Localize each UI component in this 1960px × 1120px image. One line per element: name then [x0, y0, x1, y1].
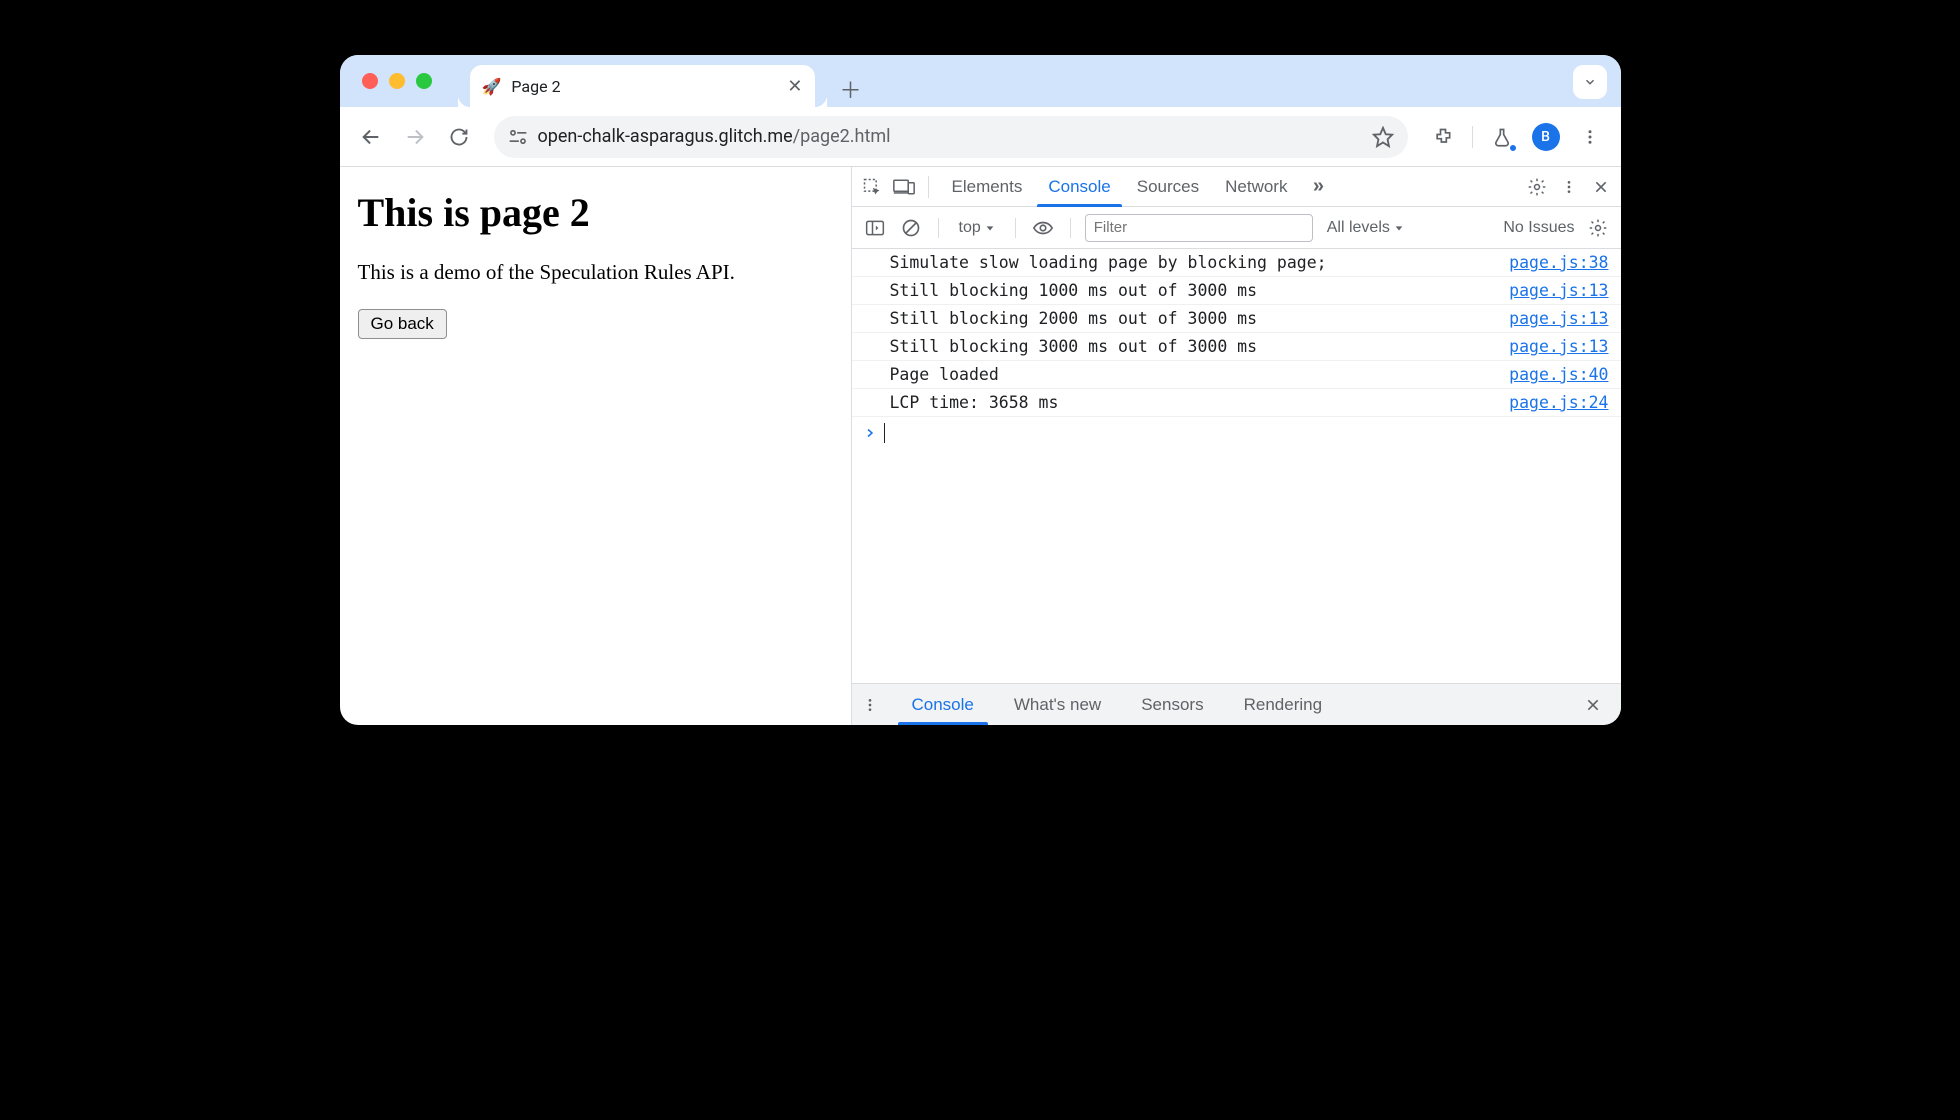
browser-tab[interactable]: 🚀 Page 2 ✕	[470, 65, 815, 107]
log-levels-selector[interactable]: All levels	[1327, 219, 1404, 237]
console-toolbar: top All levels No Issues	[852, 207, 1621, 249]
console-source-link[interactable]: page.js:24	[1509, 393, 1608, 412]
window-controls	[362, 73, 432, 89]
more-tabs-icon[interactable]: »	[1304, 175, 1332, 198]
new-tab-button[interactable]: ＋	[833, 71, 869, 107]
extensions-icon[interactable]	[1424, 118, 1462, 156]
forward-button[interactable]	[396, 118, 434, 156]
console-source-link[interactable]: page.js:38	[1509, 253, 1608, 272]
browser-toolbar: open-chalk-asparagus.glitch.me/page2.htm…	[340, 107, 1621, 167]
devtools-panel: ElementsConsoleSourcesNetwork »	[852, 167, 1621, 725]
browser-window: 🚀 Page 2 ✕ ＋ open-chalk-asparagus.glitch…	[340, 55, 1621, 725]
clear-console-icon[interactable]	[898, 218, 924, 238]
devtools-tab-elements[interactable]: Elements	[939, 167, 1036, 206]
window-minimize-button[interactable]	[389, 73, 405, 89]
console-row: Page loaded page.js:40	[852, 361, 1621, 389]
window-close-button[interactable]	[362, 73, 378, 89]
go-back-button[interactable]: Go back	[358, 309, 447, 339]
levels-label: All levels	[1327, 219, 1390, 237]
drawer-close-icon[interactable]	[1585, 697, 1611, 713]
console-message: Still blocking 3000 ms out of 3000 ms	[890, 337, 1500, 356]
console-cursor	[884, 423, 886, 443]
console-source-link[interactable]: page.js:13	[1509, 309, 1608, 328]
window-zoom-button[interactable]	[416, 73, 432, 89]
console-row: Still blocking 1000 ms out of 3000 ms pag…	[852, 277, 1621, 305]
devtools-settings-icon[interactable]	[1523, 177, 1551, 197]
back-button[interactable]	[352, 118, 390, 156]
console-message: Page loaded	[890, 365, 1500, 384]
console-message: LCP time: 3658 ms	[890, 393, 1500, 412]
drawer-tab-what-s-new[interactable]: What's new	[994, 684, 1121, 725]
rendered-page: This is page 2 This is a demo of the Spe…	[340, 167, 852, 725]
console-settings-icon[interactable]	[1585, 218, 1611, 238]
console-output: Simulate slow loading page by blocking p…	[852, 249, 1621, 683]
page-heading: This is page 2	[358, 189, 833, 236]
console-filter-input[interactable]	[1085, 214, 1313, 242]
devtools-menu-icon[interactable]	[1555, 179, 1583, 195]
chrome-menu-icon[interactable]	[1571, 118, 1609, 156]
devtools-separator	[928, 176, 929, 198]
console-message: Simulate slow loading page by blocking p…	[890, 253, 1500, 272]
tab-favicon: 🚀	[482, 77, 502, 96]
console-source-link[interactable]: page.js:13	[1509, 337, 1608, 356]
labs-icon[interactable]	[1483, 118, 1521, 156]
device-toolbar-icon[interactable]	[890, 178, 918, 196]
devtools-tab-network[interactable]: Network	[1212, 167, 1300, 206]
console-row: Simulate slow loading page by blocking p…	[852, 249, 1621, 277]
console-row: LCP time: 3658 ms page.js:24	[852, 389, 1621, 417]
toolbar-separator	[1472, 126, 1473, 148]
devtools-close-icon[interactable]	[1587, 179, 1615, 195]
address-bar[interactable]: open-chalk-asparagus.glitch.me/page2.htm…	[494, 116, 1408, 158]
inspect-element-icon[interactable]	[858, 177, 886, 197]
url-path: /page2.html	[793, 126, 891, 147]
tabs-dropdown-button[interactable]	[1573, 65, 1607, 99]
console-separator-2	[1015, 218, 1016, 238]
page-paragraph: This is a demo of the Speculation Rules …	[358, 260, 833, 285]
console-source-link[interactable]: page.js:40	[1509, 365, 1608, 384]
console-source-link[interactable]: page.js:13	[1509, 281, 1608, 300]
issues-label[interactable]: No Issues	[1503, 219, 1574, 237]
bookmark-star-icon[interactable]	[1372, 126, 1394, 148]
drawer-tab-rendering[interactable]: Rendering	[1224, 684, 1342, 725]
url-host: open-chalk-asparagus.glitch.me	[538, 126, 793, 147]
reload-button[interactable]	[440, 118, 478, 156]
devtools-tabbar: ElementsConsoleSourcesNetwork »	[852, 167, 1621, 207]
console-row: Still blocking 3000 ms out of 3000 ms pag…	[852, 333, 1621, 361]
console-separator-3	[1070, 218, 1071, 238]
tab-strip: 🚀 Page 2 ✕ ＋	[340, 55, 1621, 107]
execution-context-selector[interactable]: top	[953, 219, 1001, 237]
tab-close-icon[interactable]: ✕	[787, 76, 802, 97]
devtools-tab-sources[interactable]: Sources	[1124, 167, 1212, 206]
console-prompt[interactable]	[852, 417, 1621, 449]
console-separator-1	[938, 218, 939, 238]
live-expression-icon[interactable]	[1030, 220, 1056, 236]
drawer-tab-sensors[interactable]: Sensors	[1121, 684, 1223, 725]
console-message: Still blocking 1000 ms out of 3000 ms	[890, 281, 1500, 300]
console-message: Still blocking 2000 ms out of 3000 ms	[890, 309, 1500, 328]
toggle-sidebar-icon[interactable]	[862, 219, 888, 237]
devtools-tab-console[interactable]: Console	[1035, 167, 1123, 206]
avatar-letter: B	[1532, 123, 1560, 151]
url-text: open-chalk-asparagus.glitch.me/page2.htm…	[538, 126, 891, 147]
context-label: top	[959, 219, 981, 237]
content-area: This is page 2 This is a demo of the Spe…	[340, 167, 1621, 725]
drawer-menu-icon[interactable]	[862, 697, 888, 713]
tab-title: Page 2	[511, 77, 560, 96]
profile-avatar[interactable]: B	[1527, 118, 1565, 156]
devtools-drawer: ConsoleWhat's newSensorsRendering	[852, 683, 1621, 725]
drawer-tab-console[interactable]: Console	[892, 684, 994, 725]
site-info-icon[interactable]	[508, 128, 528, 146]
console-row: Still blocking 2000 ms out of 3000 ms pag…	[852, 305, 1621, 333]
